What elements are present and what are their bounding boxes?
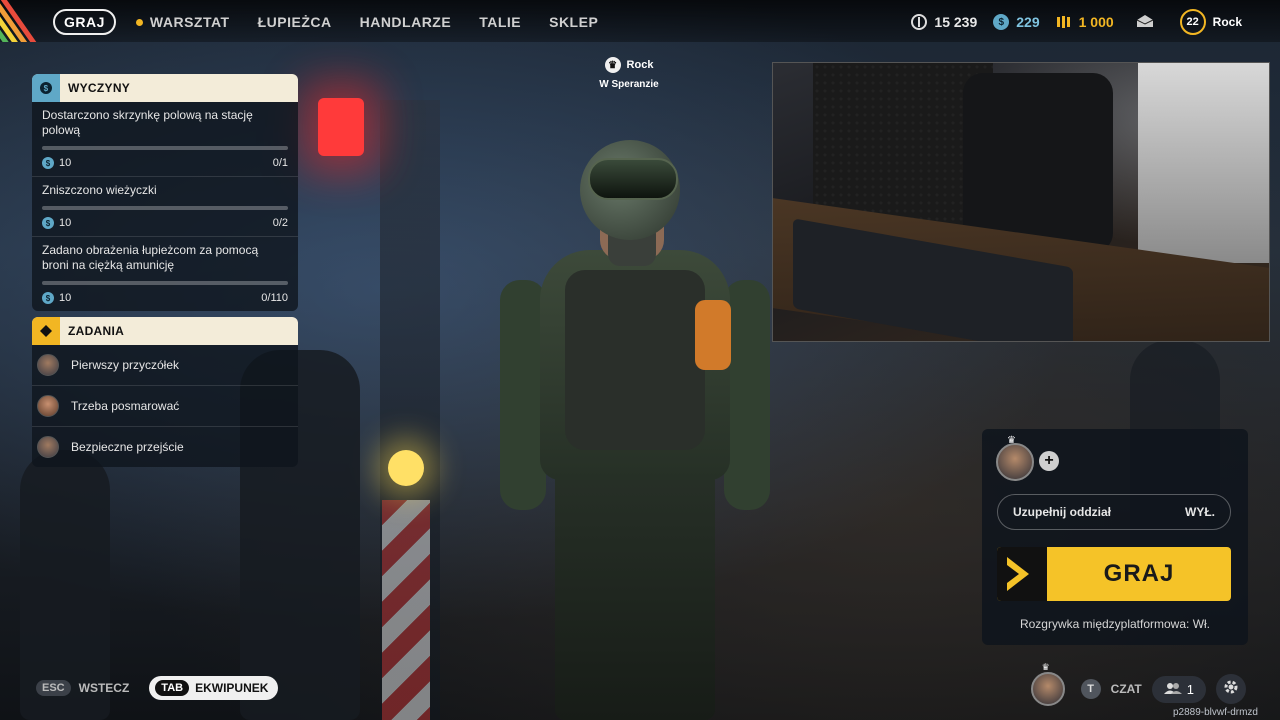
credits-counter[interactable]: 15 239 [911, 14, 977, 30]
challenge-progress: 0/1 [272, 157, 288, 169]
task-item[interactable]: Trzeba posmarować [32, 386, 298, 427]
tasks-panel: ZADANIA Pierwszy przyczółek Trzeba posma… [32, 317, 298, 467]
scene-red-lamp [318, 98, 364, 156]
bottom-right-controls: ♛ T CZAT 1 [1030, 662, 1246, 706]
task-item[interactable]: Bezpieczne przejście [32, 427, 298, 467]
gear-icon [1223, 679, 1239, 700]
player-name: Rock [626, 59, 654, 71]
quest-giver-avatar [37, 354, 59, 376]
player-avatar[interactable]: ♛ [1030, 662, 1065, 706]
profile-username: Rock [1212, 15, 1242, 29]
chat-key-hint: T [1080, 679, 1101, 699]
challenge-progress: 0/110 [261, 292, 288, 304]
player-character [500, 140, 770, 720]
raider-coin-icon [1056, 14, 1072, 30]
challenge-progress-bar [42, 206, 288, 210]
profile-button[interactable]: 22 Rock [1179, 9, 1242, 35]
crown-icon: ♛ [1041, 662, 1050, 672]
nav-tab-raider[interactable]: ŁUPIEŻCA [258, 14, 332, 30]
scene-yellow-lamp [388, 450, 424, 486]
inventory-button[interactable]: TAB EKWIPUNEK [149, 676, 279, 700]
token-icon: $ [993, 14, 1010, 30]
scene-pillar [380, 100, 440, 720]
challenge-item[interactable]: Zniszczono wieżyczki $10 0/2 [32, 177, 298, 237]
scene-warning-stripe [382, 500, 430, 720]
play-button[interactable]: GRAJ [997, 547, 1231, 601]
player-nameplate: ♛ Rock W Speranzie [598, 57, 660, 90]
challenge-progress-bar [42, 146, 288, 150]
fill-squad-toggle[interactable]: Uzupełnij oddział WYŁ. [997, 494, 1231, 530]
crossplay-status[interactable]: Rozgrywka międzyplatformowa: Wł. [982, 617, 1248, 631]
friends-button[interactable]: 1 [1151, 675, 1206, 703]
nav-tab-shop[interactable]: SKLEP [549, 14, 598, 30]
rainbow-logo-icon [0, 0, 42, 42]
challenges-header[interactable]: $ WYCZYNY [32, 74, 298, 102]
raider-coins-counter[interactable]: 1 000 [1056, 14, 1114, 30]
player-location: W Speranzie [599, 79, 659, 90]
tokens-counter[interactable]: $ 229 [993, 14, 1040, 30]
nav-tab-play[interactable]: GRAJ [53, 9, 116, 35]
challenges-icon: $ [32, 74, 60, 102]
squad-leader-avatar[interactable] [996, 443, 1034, 481]
task-item[interactable]: Pierwszy przyczółek [32, 345, 298, 386]
token-icon: $ [42, 157, 54, 169]
nav-tab-traders[interactable]: HANDLARZE [360, 14, 452, 30]
currency-bar: 15 239 $ 229 1 000 22 Rock [911, 9, 1242, 35]
quest-giver-avatar [37, 436, 59, 458]
tasks-icon [32, 317, 60, 345]
nav-tab-decks[interactable]: TALIE [479, 14, 521, 30]
tab-key-hint: TAB [155, 680, 190, 696]
friends-icon [1163, 682, 1182, 697]
back-label[interactable]: WSTECZ [79, 681, 130, 695]
quest-giver-avatar [37, 395, 59, 417]
challenges-panel: $ WYCZYNY Dostarczono skrzynkę polową na… [32, 74, 298, 311]
squad-panel: ♛ + Uzupełnij oddział WYŁ. GRAJ Rozgrywk… [982, 429, 1248, 645]
challenge-item[interactable]: Zadano obrażenia łupieżcom za pomocą bro… [32, 237, 298, 311]
token-icon: $ [42, 217, 54, 229]
play-arrow-icon [997, 547, 1047, 601]
inbox-icon [1136, 14, 1154, 31]
notification-dot-icon [135, 18, 143, 26]
nav-tab-workshop[interactable]: WARSZTAT [135, 14, 230, 30]
player-level-badge: 22 [1179, 9, 1206, 35]
invite-player-button[interactable]: + [1039, 451, 1059, 471]
token-icon: $ [42, 292, 54, 304]
session-id: p2889-blvwf-drmzd [1172, 707, 1258, 718]
main-nav: GRAJ WARSZTAT ŁUPIEŻCA HANDLARZE TALIE S… [53, 9, 626, 35]
webcam-overlay [772, 62, 1270, 342]
challenge-progress: 0/2 [272, 217, 288, 229]
settings-button[interactable] [1216, 674, 1246, 704]
crown-icon: ♛ [604, 57, 621, 73]
tasks-header[interactable]: ZADANIA [32, 317, 298, 345]
challenge-item[interactable]: Dostarczono skrzynkę polową na stację po… [32, 102, 298, 177]
chat-button[interactable]: CZAT [1111, 682, 1142, 696]
esc-key-hint[interactable]: ESC [36, 680, 71, 696]
challenge-progress-bar [42, 281, 288, 285]
bottom-left-hints: ESC WSTECZ TAB EKWIPUNEK [36, 676, 279, 700]
credits-icon [911, 14, 928, 30]
top-navigation-bar: GRAJ WARSZTAT ŁUPIEŻCA HANDLARZE TALIE S… [0, 0, 1280, 42]
inbox-button[interactable] [1136, 14, 1154, 31]
